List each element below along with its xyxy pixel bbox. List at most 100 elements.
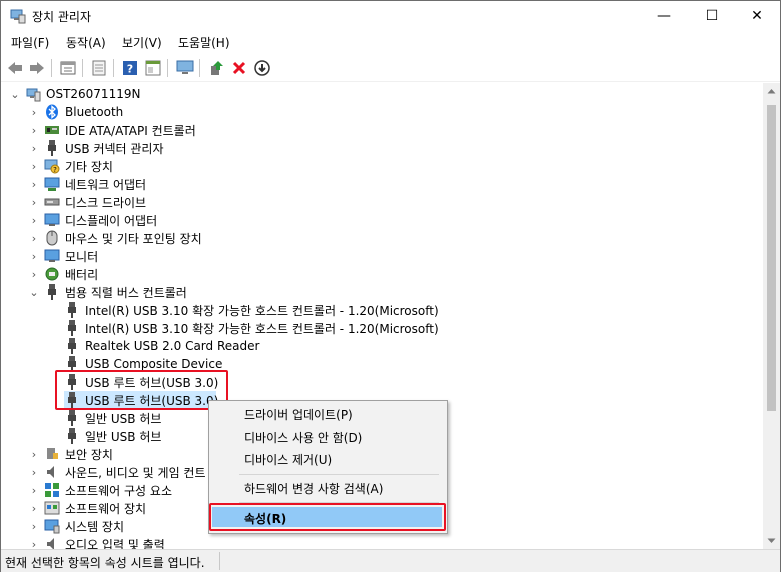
monitor-scan-icon[interactable] — [175, 58, 195, 78]
tree-item-label: 디스크 드라이브 — [65, 195, 147, 210]
forward-arrow-icon[interactable] — [27, 58, 47, 78]
vertical-scrollbar[interactable] — [763, 83, 780, 549]
close-button[interactable]: ✕ — [734, 1, 780, 31]
tree-root[interactable]: ⌄ OST26071119N — [9, 85, 140, 103]
chevron-right-icon[interactable]: › — [28, 502, 40, 515]
tree-item-label: Realtek USB 2.0 Card Reader — [85, 339, 260, 353]
context-separator — [239, 474, 439, 475]
tree-item-network[interactable]: › 네트워크 어댑터 — [28, 175, 146, 193]
chevron-right-icon[interactable]: › — [28, 178, 40, 191]
tree-item-software-device[interactable]: › 소프트웨어 장치 — [28, 499, 146, 517]
back-arrow-icon[interactable] — [5, 58, 25, 78]
other-device-icon: ? — [44, 158, 60, 174]
tree-child-realtek[interactable]: Realtek USB 2.0 Card Reader — [64, 337, 259, 355]
chevron-right-icon[interactable]: › — [28, 214, 40, 227]
tree-item-other-devices[interactable]: › ? 기타 장치 — [28, 157, 113, 175]
usb-plug-icon — [64, 410, 80, 426]
chevron-right-icon[interactable]: › — [28, 484, 40, 497]
chevron-right-icon[interactable]: › — [28, 538, 40, 550]
close-icon: ✕ — [751, 8, 763, 24]
uninstall-x-icon[interactable] — [229, 58, 249, 78]
download-circle-icon[interactable] — [252, 58, 272, 78]
properties-view-icon[interactable] — [58, 58, 78, 78]
chevron-right-icon[interactable]: › — [28, 268, 40, 281]
context-item-scan-hardware[interactable]: 하드웨어 변경 사항 검색(A) — [244, 480, 383, 497]
window-icon[interactable] — [89, 58, 109, 78]
tree-item-mouse[interactable]: › 마우스 및 기타 포인팅 장치 — [28, 229, 202, 247]
chevron-right-icon[interactable]: › — [28, 124, 40, 137]
toolbar: ? — [1, 55, 780, 82]
tree-child-intel-1[interactable]: Intel(R) USB 3.10 확장 가능한 호스트 컨트롤러 - 1.20… — [64, 301, 439, 319]
tree-item-bluetooth[interactable]: › Bluetooth — [28, 103, 123, 121]
tree-item-audio-io[interactable]: › 오디오 입력 및 출력 — [28, 535, 165, 549]
svg-text:?: ? — [127, 63, 133, 76]
tree-item-label: 소프트웨어 구성 요소 — [65, 483, 172, 498]
menu-help[interactable]: 도움말(H) — [178, 34, 230, 51]
tree-child-generic-hub-2[interactable]: 일반 USB 허브 — [64, 427, 161, 445]
security-device-icon — [44, 446, 60, 462]
tree-item-label: 일반 USB 허브 — [85, 411, 162, 426]
update-driver-icon[interactable] — [206, 58, 226, 78]
menu-file[interactable]: 파일(F) — [11, 34, 49, 51]
battery-icon — [44, 266, 60, 282]
computer-icon — [25, 86, 41, 102]
mouse-icon — [44, 230, 60, 246]
tree-item-label: 배터리 — [65, 267, 99, 282]
chevron-right-icon[interactable]: › — [28, 196, 40, 209]
computer-name: OST26071119N — [46, 87, 141, 101]
tree-item-security[interactable]: › 보안 장치 — [28, 445, 113, 463]
minimize-button[interactable]: — — [641, 1, 687, 31]
chevron-down-icon[interactable]: ⌄ — [9, 88, 21, 101]
tree-child-intel-2[interactable]: Intel(R) USB 3.10 확장 가능한 호스트 컨트롤러 - 1.20… — [64, 319, 439, 337]
minimize-icon: — — [657, 8, 671, 24]
tree-item-label: IDE ATA/ATAPI 컨트롤러 — [65, 123, 196, 138]
tree-child-generic-hub-1[interactable]: 일반 USB 허브 — [64, 409, 161, 427]
tree-item-usb-controllers[interactable]: ⌄ 범용 직렬 버스 컨트롤러 — [28, 283, 187, 301]
chevron-right-icon[interactable]: › — [28, 520, 40, 533]
menu-action[interactable]: 동작(A) — [66, 34, 106, 51]
annotation-box-root-hubs — [55, 370, 228, 410]
tree-item-label: 모니터 — [65, 249, 99, 264]
network-adapter-icon — [44, 176, 60, 192]
tree-item-label: Bluetooth — [65, 105, 124, 119]
chevron-right-icon[interactable]: › — [28, 232, 40, 245]
context-item-disable-device[interactable]: 디바이스 사용 안 함(D) — [244, 429, 362, 446]
tree-item-monitor[interactable]: › 모니터 — [28, 247, 98, 265]
tree-item-label: 보안 장치 — [65, 447, 113, 462]
tree-item-disk[interactable]: › 디스크 드라이브 — [28, 193, 146, 211]
tree-item-ide[interactable]: › IDE ATA/ATAPI 컨트롤러 — [28, 121, 196, 139]
chevron-right-icon[interactable]: › — [28, 106, 40, 119]
menu-view[interactable]: 보기(V) — [122, 34, 162, 51]
chevron-down-icon[interactable]: ⌄ — [28, 286, 40, 299]
help-icon[interactable]: ? — [120, 58, 140, 78]
panel-icon[interactable] — [143, 58, 163, 78]
tree-item-software-component[interactable]: › 소프트웨어 구성 요소 — [28, 481, 172, 499]
audio-io-icon — [44, 536, 60, 549]
tree-item-label: 기타 장치 — [65, 159, 113, 174]
chevron-right-icon[interactable]: › — [28, 142, 40, 155]
chevron-right-icon[interactable]: › — [28, 160, 40, 173]
tree-item-sound[interactable]: › 사운드, 비디오 및 게임 컨트 — [28, 463, 206, 481]
tree-item-display[interactable]: › 디스플레이 어댑터 — [28, 211, 157, 229]
chevron-right-icon[interactable]: › — [28, 466, 40, 479]
scroll-down-icon[interactable] — [767, 538, 776, 544]
tree-item-system[interactable]: › 시스템 장치 — [28, 517, 124, 535]
status-text: 현재 선택한 항목의 속성 시트를 엽니다. — [5, 556, 205, 570]
chevron-right-icon[interactable]: › — [28, 448, 40, 461]
maximize-button[interactable]: ☐ — [689, 1, 735, 31]
tree-item-usb-connector[interactable]: › USB 커넥터 관리자 — [28, 139, 164, 157]
scroll-up-icon[interactable] — [767, 88, 776, 94]
bluetooth-icon — [44, 104, 60, 120]
context-item-update-driver[interactable]: 드라이버 업데이트(P) — [244, 406, 353, 423]
monitor-icon — [44, 248, 60, 264]
svg-text:?: ? — [53, 166, 57, 174]
tree-item-label: USB 커넥터 관리자 — [65, 141, 164, 156]
chevron-right-icon[interactable]: › — [28, 250, 40, 263]
system-device-icon — [44, 518, 60, 534]
context-item-uninstall-device[interactable]: 디바이스 제거(U) — [244, 451, 332, 468]
scrollbar-thumb[interactable] — [767, 105, 776, 411]
tree-item-battery[interactable]: › 배터리 — [28, 265, 98, 283]
tree-item-label: 디스플레이 어댑터 — [65, 213, 158, 228]
tree-item-label: 일반 USB 허브 — [85, 429, 162, 444]
title-bar[interactable]: 장치 관리자 — ☐ ✕ — [1, 1, 780, 31]
